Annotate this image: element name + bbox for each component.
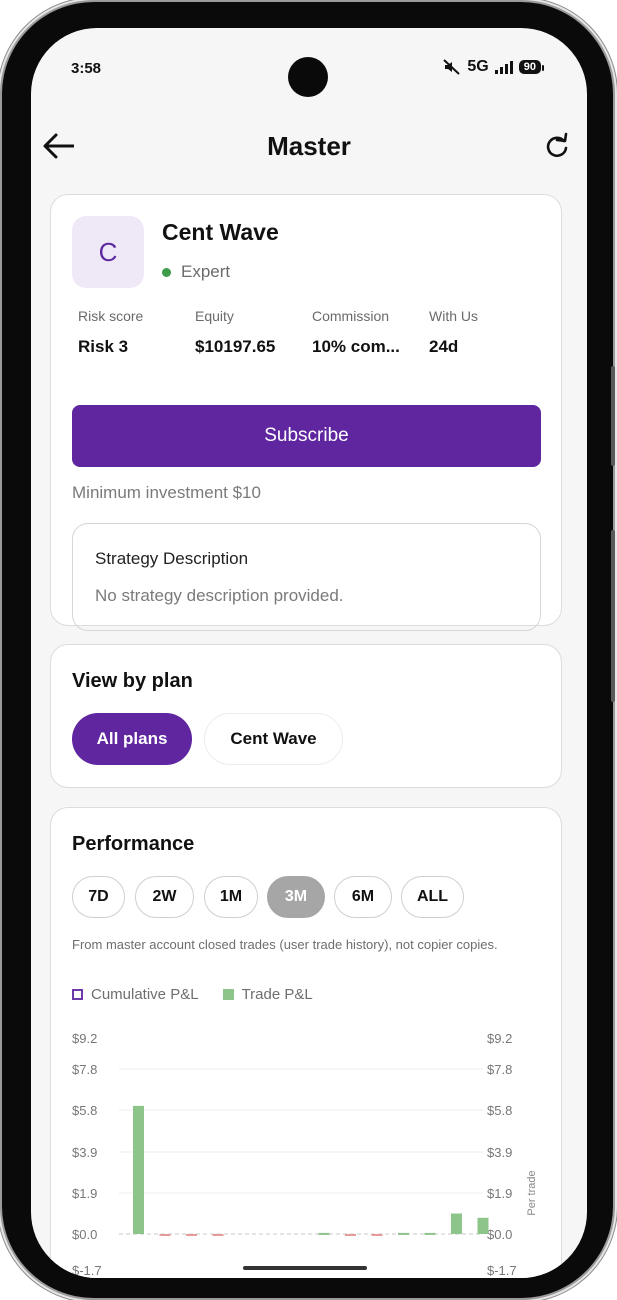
performance-note: From master account closed trades (user … [72,937,498,952]
y-tick-label-left: $-1.7 [72,1263,102,1278]
mute-icon [443,59,461,75]
status-icons: 5G 90 [443,58,545,76]
plan-option-all[interactable]: All plans [72,713,192,765]
chart-legend: Cumulative P&L Trade P&L [72,986,313,1003]
master-name: Cent Wave [162,219,279,245]
status-dot-icon [162,267,171,277]
status-time: 3:58 [71,60,102,77]
y-tick-label-right: $3.9 [487,1145,512,1160]
refresh-icon[interactable] [543,131,571,161]
front-camera [288,57,328,97]
y-tick-label-left: $3.9 [72,1145,97,1160]
signal-icon [494,61,513,74]
legend-swatch-cumulative [72,989,83,1000]
stat-value: 10% com... [312,337,400,356]
header: Master [31,123,587,173]
chart-bar [345,1234,356,1236]
level-badge: Expert [162,262,230,282]
plan-card: View by plan All plans Cent Wave [50,644,562,788]
plan-section-title: View by plan [72,670,193,692]
subscribe-button[interactable]: Subscribe [72,405,541,467]
plan-option-cent-wave[interactable]: Cent Wave [204,713,343,765]
range-2w[interactable]: 2W [135,876,194,918]
home-indicator[interactable] [243,1266,367,1270]
status-bar: 3:58 5G 90 [31,28,587,118]
range-1m[interactable]: 1M [204,876,258,918]
strategy-description: Strategy Description No strategy descrip… [72,523,541,631]
chart-bar [477,1217,489,1234]
chart-bar [424,1232,436,1235]
chart-bar [398,1232,409,1235]
y-tick-label-right: $1.9 [487,1186,512,1201]
chart-bar [159,1234,171,1236]
volume-button [611,366,615,466]
y-tick-label-left: $0.0 [72,1227,97,1242]
range-all[interactable]: ALL [401,876,464,918]
legend-trade: Trade P&L [241,986,313,1003]
performance-title: Performance [72,833,195,855]
y-tick-label-right: $7.8 [487,1062,512,1077]
chart-bar [371,1234,383,1236]
stat-label: Equity [195,308,234,324]
performance-card: Performance 7D 2W 1M 3M 6M ALL From mast… [50,807,562,1278]
y-tick-label-left: $5.8 [72,1103,97,1118]
y-tick-label-right: $9.2 [487,1031,512,1046]
screen: 3:58 5G 90 Master C Cent Wave Expert Ris… [31,28,587,1278]
y-tick-label-right: $0.0 [487,1227,512,1242]
y-tick-label-right: $5.8 [487,1103,512,1118]
right-axis-label: Per trade [526,1170,538,1215]
legend-swatch-trade [222,989,234,1000]
y-tick-label-left: $7.8 [72,1062,97,1077]
range-3m[interactable]: 3M [267,876,325,918]
chart-bar [186,1234,197,1236]
chart-bar [212,1234,224,1236]
chart-bar [133,1105,144,1234]
page-title: Master [267,131,351,161]
performance-chart: $9.2 $7.8 $5.8 $3.9 $1.9 $0.0 $-1.7 $9.2 $7.8 $5.… [72,1031,538,1278]
stat-risk: Risk score Risk 3 [78,308,188,357]
stat-label: With Us [429,308,478,324]
stat-commission: Commission 10% com... [312,308,422,357]
avatar: C [72,216,144,288]
chart-bar [318,1232,330,1235]
level-label: Expert [181,262,231,281]
power-button [611,530,615,702]
stat-value: Risk 3 [78,337,129,356]
legend-cumulative: Cumulative P&L [91,986,199,1003]
range-6m[interactable]: 6M [334,876,392,918]
minimum-investment: Minimum investment $10 [72,483,261,502]
master-card: C Cent Wave Expert Risk score Risk 3 Equ… [50,194,562,631]
chart-bar [451,1213,462,1234]
strategy-text: No strategy description provided. [95,586,344,605]
range-7d[interactable]: 7D [72,876,125,918]
network-label: 5G [467,58,489,75]
stat-label: Risk score [78,308,144,324]
y-tick-label-left: $9.2 [72,1031,97,1046]
stat-with-us: With Us 24d [429,308,539,357]
stat-label: Commission [312,308,390,324]
y-tick-label-right: $-1.7 [487,1263,517,1278]
stat-value: $10197.65 [195,337,276,356]
battery-icon: 90 [518,60,545,74]
stat-value: 24d [429,337,459,356]
stat-equity: Equity $10197.65 [195,308,305,357]
strategy-title: Strategy Description [95,549,249,568]
y-tick-label-left: $1.9 [72,1186,97,1201]
phone-frame: 3:58 5G 90 Master C Cent Wave Expert Ris… [2,2,615,1298]
